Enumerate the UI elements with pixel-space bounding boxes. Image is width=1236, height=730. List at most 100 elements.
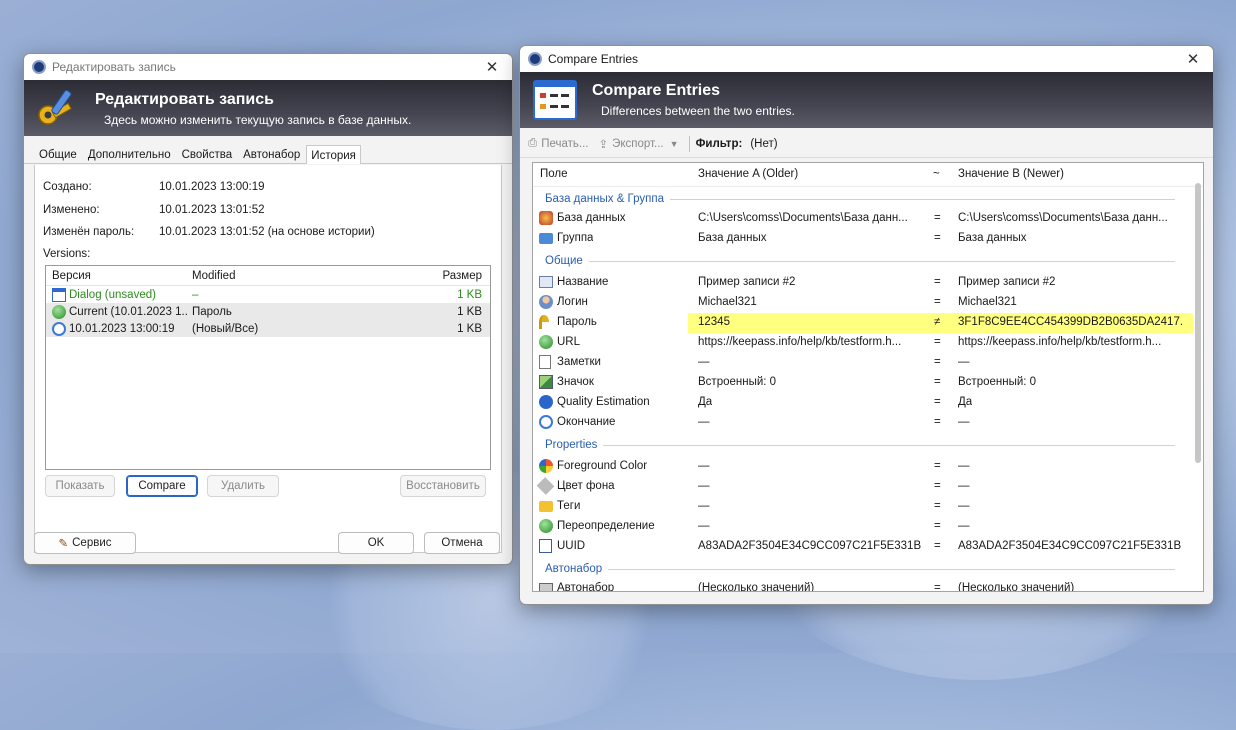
- compare-list[interactable]: Поле Значение A (Older) ~ Значение B (Ne…: [532, 162, 1204, 592]
- column-size[interactable]: Размер: [398, 270, 490, 282]
- table-row[interactable]: Группа База данных = База данных: [533, 229, 1189, 249]
- key-icon: [539, 315, 549, 329]
- close-icon[interactable]: ✕: [1173, 50, 1213, 68]
- diff-op: =: [934, 296, 941, 308]
- table-row[interactable]: Quality Estimation Да = Да: [533, 393, 1189, 413]
- value-a: —: [698, 500, 710, 512]
- value-a: 12345: [698, 316, 730, 328]
- vertical-scrollbar[interactable]: [1195, 183, 1201, 463]
- tab-advanced[interactable]: Дополнительно: [83, 144, 176, 163]
- column-value-b[interactable]: Значение B (Newer): [958, 168, 1064, 180]
- column-diff[interactable]: ~: [933, 168, 940, 180]
- list-item[interactable]: Dialog (unsaved) – 1 KB: [46, 286, 490, 303]
- modified-row: Изменено: 10.01.2023 13:01:52: [43, 204, 265, 216]
- value-b: —: [958, 520, 970, 532]
- table-row[interactable]: Foreground Color — = —: [533, 457, 1189, 477]
- modified-value: 10.01.2023 13:01:52: [159, 204, 265, 216]
- table-row[interactable]: UUID A83ADA2F3504E34C9CC097C21F5E331B = …: [533, 537, 1189, 557]
- close-icon[interactable]: ✕: [472, 58, 512, 76]
- compare-header: Поле Значение A (Older) ~ Значение B (Ne…: [533, 163, 1203, 187]
- field-name: Название: [557, 276, 609, 288]
- versions-label: Versions:: [43, 248, 91, 260]
- tab-strip: Общие Дополнительно Свойства Автонабор И…: [24, 136, 512, 164]
- value-a: Встроенный: 0: [698, 376, 777, 388]
- table-row[interactable]: Теги — = —: [533, 497, 1189, 517]
- value-b: 3F1F8C9EE4CC454399DB2B0635DA2417...: [958, 316, 1183, 328]
- diff-op: =: [934, 376, 941, 388]
- field-name: Автонабор: [557, 582, 615, 592]
- table-row[interactable]: База данных C:\Users\comss\Documents\Баз…: [533, 209, 1189, 229]
- key-pen-icon: [38, 89, 72, 125]
- column-version[interactable]: Версия: [46, 270, 188, 282]
- wrench-icon: ✎: [58, 538, 69, 550]
- group-properties: Properties: [545, 435, 1175, 455]
- banner-title: Редактировать запись: [95, 91, 274, 108]
- database-icon: [539, 211, 553, 225]
- show-button[interactable]: Показать: [45, 475, 115, 497]
- table-row[interactable]: Название Пример записи #2 = Пример запис…: [533, 273, 1189, 293]
- tab-history[interactable]: История: [306, 145, 361, 164]
- table-row[interactable]: Цвет фона — = —: [533, 477, 1189, 497]
- table-row[interactable]: Логин Michael321 = Michael321: [533, 293, 1189, 313]
- field-name: Значок: [557, 376, 594, 388]
- table-row[interactable]: Значок Встроенный: 0 = Встроенный: 0: [533, 373, 1189, 393]
- value-b: Да: [958, 396, 973, 408]
- diff-op: =: [934, 212, 941, 224]
- palette-icon: [539, 459, 553, 473]
- tab-general[interactable]: Общие: [34, 144, 82, 163]
- field-name: Quality Estimation: [557, 396, 650, 408]
- field-name: Теги: [557, 500, 581, 512]
- versions-list[interactable]: Версия Modified Размер Dialog (unsaved) …: [45, 265, 491, 470]
- diff-op: =: [934, 500, 941, 512]
- value-a: A83ADA2F3504E34C9CC097C21F5E331B: [698, 540, 922, 552]
- value-b: Пример записи #2: [958, 276, 1056, 288]
- value-a: —: [698, 356, 710, 368]
- value-b: https://keepass.info/help/kb/testform.h.…: [958, 336, 1162, 348]
- keyboard-icon: [539, 583, 553, 591]
- value-b: C:\Users\comss\Documents\База данн...: [958, 212, 1168, 224]
- table-row[interactable]: Окончание — = —: [533, 413, 1189, 433]
- versions-header: Версия Modified Размер: [46, 266, 490, 286]
- toolbar: ⎙ Печать... ⇪ Экспорт... ▼ Фильтр: (Нет): [520, 130, 1213, 158]
- value-a: Да: [698, 396, 713, 408]
- field-name: Пароль: [557, 316, 597, 328]
- cancel-button[interactable]: Отмена: [424, 532, 500, 554]
- field-name: UUID: [557, 540, 586, 552]
- diff-op: =: [934, 540, 941, 552]
- table-row[interactable]: Пароль 12345 ≠ 3F1F8C9EE4CC454399DB2B063…: [533, 313, 1189, 333]
- tools-button[interactable]: ✎ Сервис: [34, 532, 136, 554]
- export-icon: ⇪: [598, 138, 609, 151]
- uuid-icon: [539, 539, 552, 553]
- table-row[interactable]: Переопределение — = —: [533, 517, 1189, 537]
- version-name: Current (10.01.2023 1...: [69, 305, 188, 318]
- keepass-lock-icon: [32, 60, 46, 74]
- table-row[interactable]: Автонабор (Несколько значений) = (Нескол…: [533, 579, 1189, 592]
- list-item[interactable]: Current (10.01.2023 1... Пароль 1 KB: [46, 303, 490, 320]
- list-item[interactable]: 10.01.2023 13:00:19 (Новый/Все) 1 KB: [46, 320, 490, 337]
- table-row[interactable]: URL https://keepass.info/help/kb/testfor…: [533, 333, 1189, 353]
- restore-button[interactable]: Восстановить: [400, 475, 486, 497]
- clock-icon: [52, 321, 66, 336]
- diff-op: =: [934, 582, 941, 592]
- ok-button[interactable]: OK: [338, 532, 414, 554]
- compare-button[interactable]: Compare: [126, 475, 198, 497]
- banner: Compare Entries Differences between the …: [520, 72, 1213, 128]
- column-value-a[interactable]: Значение A (Older): [698, 168, 798, 180]
- tab-properties[interactable]: Свойства: [177, 144, 238, 163]
- print-button[interactable]: ⎙ Печать...: [528, 137, 588, 150]
- tools-label: Сервис: [72, 537, 112, 549]
- delete-button[interactable]: Удалить: [207, 475, 279, 497]
- value-b: A83ADA2F3504E34C9CC097C21F5E331B: [958, 540, 1182, 552]
- dialog-icon: [52, 287, 66, 302]
- diff-op: =: [934, 276, 941, 288]
- column-field[interactable]: Поле: [540, 168, 568, 180]
- window-title: Compare Entries: [548, 52, 639, 66]
- filter-dropdown[interactable]: (Нет): [750, 138, 777, 150]
- column-modified[interactable]: Modified: [188, 270, 398, 282]
- modified-label: Изменено:: [43, 204, 100, 216]
- table-row[interactable]: Заметки — = —: [533, 353, 1189, 373]
- version-modified: –: [192, 288, 199, 301]
- tab-autotype[interactable]: Автонабор: [238, 144, 305, 163]
- toolbar-separator: [688, 135, 690, 152]
- export-button[interactable]: ⇪ Экспорт... ▼: [598, 137, 678, 151]
